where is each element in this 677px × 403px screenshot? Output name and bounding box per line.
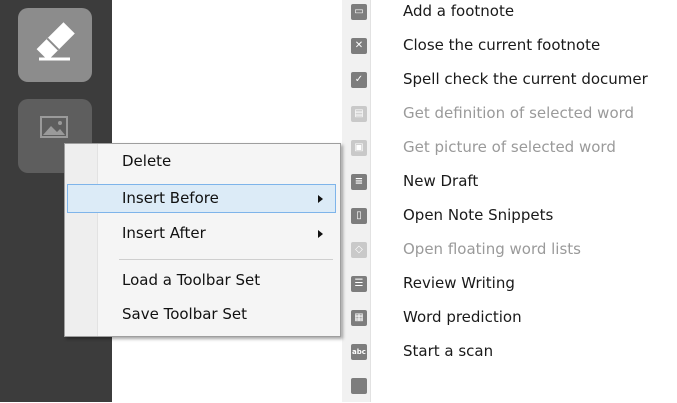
menu-item-icon [351,378,367,394]
spell-check-icon: ✓ [351,72,367,88]
menu-item-label: Review Writing [403,274,515,292]
menu-item-note-snippets[interactable]: ▯ Open Note Snippets [342,199,677,233]
menu-item-new-draft[interactable]: ≡ New Draft [342,165,677,199]
menu-item-label: Word prediction [403,308,522,326]
menu-item-label: Spell check the current documer [403,70,648,88]
menu-item-review-writing[interactable]: ☰ Review Writing [342,267,677,301]
context-item-delete[interactable]: Delete [67,147,336,176]
menu-item-label: Open Note Snippets [403,206,554,224]
submenu-panel: ▭ Add a footnote ✕ Close the current foo… [342,0,677,402]
submenu-arrow-icon [318,195,323,203]
context-item-label: Save Toolbar Set [122,305,248,323]
menu-item-get-picture[interactable]: ▣ Get picture of selected word [342,131,677,165]
context-item-load-toolbar-set[interactable]: Load a Toolbar Set [67,266,336,295]
context-item-insert-after[interactable]: Insert After [67,219,336,248]
note-snippets-icon: ▯ [351,208,367,224]
menu-item-label: Close the current footnote [403,36,601,54]
menu-item-label: Get picture of selected word [403,138,616,156]
context-item-label: Load a Toolbar Set [122,271,261,289]
menu-item-label: Start a scan [403,342,494,360]
context-item-label: Insert Before [122,189,219,207]
menu-item-add-footnote[interactable]: ▭ Add a footnote [342,0,677,29]
menu-item-label: Get definition of selected word [403,104,635,122]
close-icon: ✕ [351,38,367,54]
eraser-icon [36,22,75,61]
context-menu-separator [119,259,333,260]
scan-icon: abc [351,344,367,360]
menu-item-partial[interactable] [342,369,677,403]
menu-item-spell-check[interactable]: ✓ Spell check the current documer [342,63,677,97]
footnote-icon: ▭ [351,4,367,20]
context-item-label: Insert After [122,224,206,242]
menu-item-label: Add a footnote [403,2,515,20]
review-writing-icon: ☰ [351,276,367,292]
menu-item-label: Open floating word lists [403,240,581,258]
context-item-label: Delete [122,152,172,170]
menu-item-word-prediction[interactable]: ▦ Word prediction [342,301,677,335]
menu-item-start-scan[interactable]: abc Start a scan [342,335,677,369]
word-list-icon: ◇ [351,242,367,258]
menu-item-label: New Draft [403,172,479,190]
eraser-button[interactable] [18,8,92,82]
picture-icon: ▣ [351,140,367,156]
menu-item-close-footnote[interactable]: ✕ Close the current footnote [342,29,677,63]
context-menu: Delete Insert Before Insert After Load a… [64,143,341,337]
context-item-insert-before[interactable]: Insert Before [67,184,336,213]
context-item-save-toolbar-set[interactable]: Save Toolbar Set [67,300,336,329]
submenu-arrow-icon [318,230,323,238]
word-prediction-icon: ▦ [351,310,367,326]
menu-item-floating-word-lists[interactable]: ◇ Open floating word lists [342,233,677,267]
new-draft-icon: ≡ [351,174,367,190]
dictionary-icon: ▤ [351,106,367,122]
menu-item-get-definition[interactable]: ▤ Get definition of selected word [342,97,677,131]
